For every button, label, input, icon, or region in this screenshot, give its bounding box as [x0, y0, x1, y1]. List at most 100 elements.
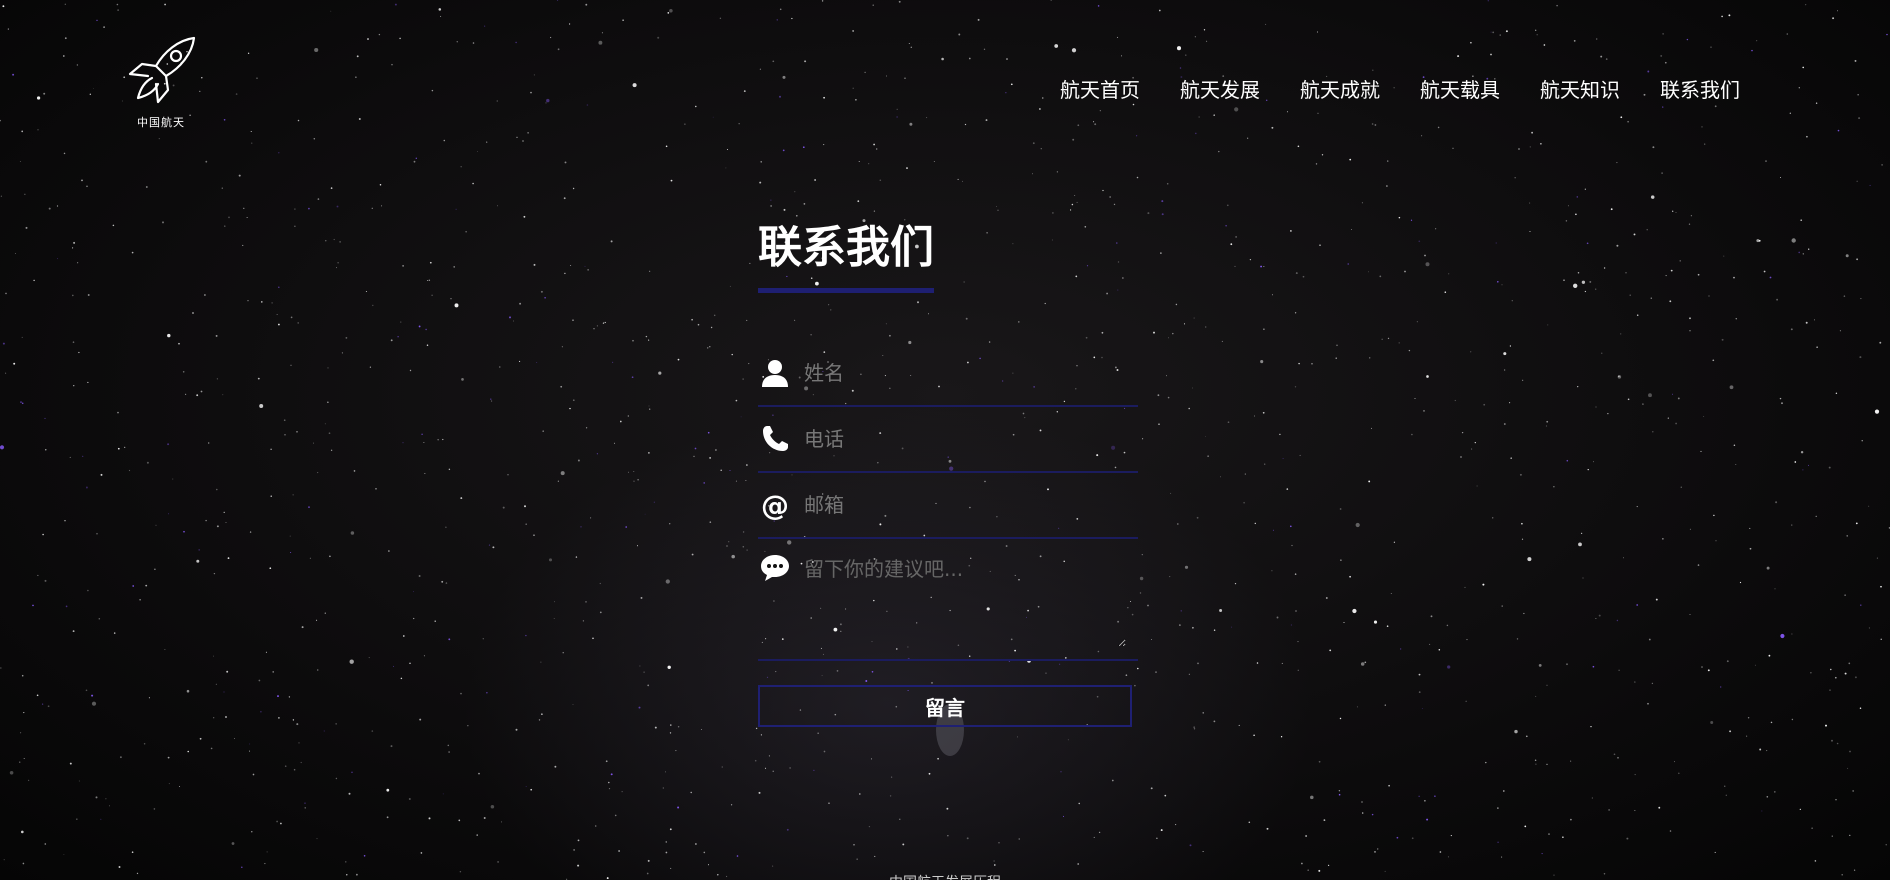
star: [564, 272, 566, 275]
star: [297, 119, 300, 122]
nav-item-achievements[interactable]: 航天成就: [1300, 74, 1380, 103]
star: [442, 793, 444, 795]
star: [856, 858, 858, 860]
star: [1511, 300, 1513, 302]
star: [714, 449, 717, 451]
name-input[interactable]: [802, 360, 1126, 386]
star: [1620, 116, 1623, 119]
nav-item-home[interactable]: 航天首页: [1060, 74, 1140, 103]
star: [864, 71, 866, 74]
star: [786, 828, 789, 831]
star: [618, 850, 620, 852]
star: [648, 452, 650, 454]
star: [98, 617, 101, 620]
star: [649, 270, 651, 272]
star: [1078, 802, 1080, 805]
message-textarea[interactable]: [802, 551, 1126, 647]
star: [413, 591, 414, 593]
star: [1371, 123, 1374, 125]
star: [183, 530, 185, 533]
star: [560, 385, 563, 388]
star: [1260, 360, 1264, 364]
star: [507, 474, 509, 476]
star: [585, 427, 588, 429]
star: [1307, 869, 1309, 871]
star: [1158, 9, 1161, 12]
star: [1497, 807, 1499, 809]
nav-item-contact[interactable]: 联系我们: [1660, 74, 1740, 103]
star: [1207, 455, 1209, 457]
star: [1327, 864, 1330, 867]
star: [1575, 213, 1577, 216]
star: [577, 459, 580, 462]
star: [1662, 538, 1664, 540]
star: [821, 0, 824, 2]
star: [241, 866, 243, 868]
star: [1724, 785, 1726, 787]
star: [1197, 662, 1199, 665]
star: [36, 96, 41, 100]
star: [1679, 260, 1681, 262]
contact-form: 联系我们 @: [758, 218, 1138, 727]
star: [1535, 763, 1537, 765]
star: [899, 818, 901, 820]
star: [409, 369, 412, 372]
phone-input[interactable]: [802, 426, 1126, 452]
star: [743, 90, 746, 92]
star: [272, 671, 274, 673]
star: [1720, 686, 1722, 688]
star: [1060, 771, 1062, 773]
star: [1563, 279, 1565, 281]
submit-button[interactable]: 留言: [758, 685, 1132, 727]
star: [993, 860, 995, 862]
star: [1361, 812, 1364, 814]
star: [632, 83, 637, 88]
star: [1205, 326, 1207, 328]
star: [1248, 821, 1251, 824]
site-logo[interactable]: 中国航天: [118, 34, 204, 134]
nav-item-vehicles[interactable]: 航天载具: [1420, 74, 1500, 103]
star: [886, 75, 887, 77]
star: [69, 762, 72, 765]
star: [145, 186, 148, 188]
star: [908, 42, 910, 45]
star: [7, 28, 9, 30]
star: [1226, 204, 1229, 207]
star: [691, 318, 693, 321]
star: [1618, 669, 1620, 671]
star: [139, 599, 141, 601]
star: [369, 366, 372, 368]
star: [333, 238, 335, 241]
star: [327, 401, 329, 403]
star: [482, 638, 484, 640]
star: [1398, 342, 1400, 344]
star: [434, 620, 436, 622]
star: [1356, 706, 1358, 708]
star: [1565, 220, 1568, 222]
nav-item-development[interactable]: 航天发展: [1180, 74, 1260, 103]
star: [625, 526, 628, 528]
star: [536, 362, 538, 363]
star: [1835, 799, 1837, 801]
star: [198, 549, 201, 551]
star: [224, 225, 226, 227]
star: [779, 8, 782, 11]
star: [1202, 712, 1204, 714]
star: [294, 208, 296, 210]
page-background: 中国航天 航天首页 航天发展 航天成就 航天载具 航天知识 联系我们 联系我们: [0, 0, 1890, 880]
star: [1808, 464, 1809, 466]
star: [308, 506, 310, 508]
star: [429, 261, 432, 264]
star: [1710, 46, 1712, 48]
nav-item-knowledge[interactable]: 航天知识: [1540, 74, 1620, 103]
star: [96, 532, 98, 535]
star: [1868, 505, 1870, 507]
star: [670, 179, 673, 182]
star: [726, 545, 728, 547]
star: [776, 19, 778, 21]
email-input[interactable]: [802, 492, 1126, 518]
star: [93, 87, 94, 89]
star: [657, 36, 660, 39]
star: [304, 802, 306, 804]
star: [323, 730, 325, 732]
